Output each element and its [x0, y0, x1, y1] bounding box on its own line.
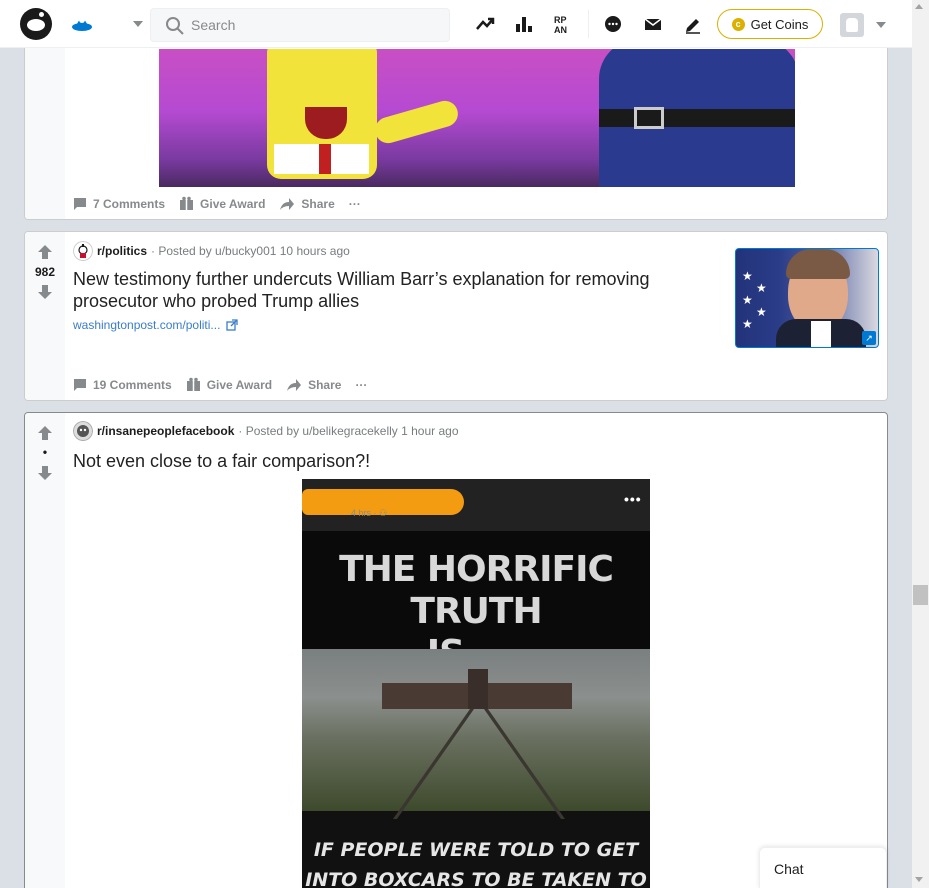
meme-photo-tower	[468, 669, 488, 709]
comments-label: 7 Comments	[93, 196, 166, 211]
post-title[interactable]: Not even close to a fair comparison?!	[73, 450, 370, 472]
vote-score: •	[42, 445, 48, 459]
more-options-icon: ···	[348, 196, 361, 211]
share-arrow-icon	[287, 378, 302, 391]
create-post-icon[interactable]	[682, 13, 704, 35]
meme-caption-line2: INTO BOXCARS TO BE TAKEN TO	[305, 869, 647, 888]
flag-star-icon: ★	[756, 281, 767, 295]
flag-star-icon: ★	[742, 293, 753, 307]
post-title[interactable]: New testimony further undercuts William …	[73, 268, 703, 312]
gift-icon	[186, 377, 200, 391]
post-meta: r/insanepeoplefacebook · Posted by u/bel…	[73, 421, 459, 441]
downvote-arrow-icon[interactable]	[37, 465, 53, 481]
spongebob-tie	[319, 144, 331, 174]
post-image[interactable]	[159, 49, 795, 187]
meme-headline-line1: THE HORRIFIC TRUTH	[339, 549, 614, 632]
home-feed-icon[interactable]	[70, 12, 94, 36]
user-menu-chevron-icon[interactable]	[876, 22, 886, 28]
top-header: RP AN c Get Coins	[0, 0, 912, 48]
upvote-arrow-icon[interactable]	[37, 425, 53, 441]
rpan-icon[interactable]: RP AN	[553, 13, 575, 35]
subreddit-icon[interactable]	[73, 421, 93, 441]
flag-star-icon: ★	[756, 305, 767, 319]
get-coins-label: Get Coins	[750, 16, 809, 32]
comment-icon	[74, 378, 86, 391]
post-meta: r/politics · Posted by u/bucky001 10 hou…	[73, 241, 350, 261]
scrollbar-thumb[interactable]	[913, 585, 928, 605]
share-arrow-icon	[280, 197, 295, 210]
post-image[interactable]: 4 hrs · ⚇ ••• THE HORRIFIC TRUTH IS. . .…	[302, 479, 650, 888]
post-card[interactable]: 982 r/politics · Posted by u/bucky001 10…	[24, 231, 888, 401]
post-card[interactable]: • r/insanepeoplefacebook · Posted by u/b…	[24, 412, 888, 888]
chat-icon[interactable]	[602, 13, 624, 35]
thumbnail-shirt	[811, 321, 831, 347]
header-divider	[588, 10, 589, 38]
user-avatar[interactable]	[840, 13, 864, 37]
external-link-text[interactable]: washingtonpost.com/politi...	[73, 318, 220, 332]
vote-score: 982	[34, 265, 56, 279]
meme-caption-line1: IF PEOPLE WERE TOLD TO GET	[313, 839, 639, 861]
scroll-up-arrow-icon[interactable]	[915, 4, 923, 9]
downvote-arrow-icon[interactable]	[37, 284, 53, 300]
give-award-label: Give Award	[200, 196, 266, 211]
posted-by-text[interactable]: · Posted by u/bucky001 10 hours ago	[151, 244, 350, 258]
mail-icon[interactable]	[642, 13, 664, 35]
more-options-button[interactable]: ···	[349, 197, 361, 211]
chat-label: Chat	[774, 861, 804, 877]
get-coins-button[interactable]: c Get Coins	[717, 9, 823, 39]
search-input[interactable]	[191, 15, 431, 35]
comments-button[interactable]: 7 Comments	[73, 197, 165, 211]
meme-timestamp: 4 hrs · ⚇	[351, 508, 388, 518]
share-button[interactable]: Share	[279, 196, 335, 211]
subreddit-link[interactable]: r/politics	[97, 244, 147, 258]
share-label: Share	[308, 377, 342, 392]
more-options-icon: ···	[355, 377, 368, 392]
leaderboard-icon[interactable]	[513, 13, 535, 35]
external-link[interactable]: washingtonpost.com/politi...	[73, 318, 239, 332]
page-scrollbar[interactable]	[912, 0, 929, 888]
subreddit-link[interactable]: r/insanepeoplefacebook	[97, 424, 234, 438]
gift-icon	[180, 196, 194, 210]
thumbnail-hair	[786, 249, 850, 279]
search-box[interactable]	[150, 8, 450, 42]
give-award-label: Give Award	[206, 377, 273, 392]
external-link-icon	[226, 319, 239, 331]
post-actions: 19 Comments Give Award Share ···	[73, 377, 381, 392]
meme-caption: IF PEOPLE WERE TOLD TO GET INTO BOXCARS …	[302, 835, 650, 888]
feed-dropdown-chevron-icon[interactable]	[133, 21, 143, 27]
scroll-down-arrow-icon[interactable]	[915, 877, 923, 882]
meme-more-icon: •••	[624, 491, 642, 507]
comments-label: 19 Comments	[93, 377, 172, 392]
patrick-belt	[599, 109, 795, 127]
more-options-button[interactable]: ···	[355, 378, 367, 392]
post-thumbnail[interactable]: ★ ★ ★ ★ ★ ↗	[735, 248, 879, 348]
flag-star-icon: ★	[742, 269, 753, 283]
reddit-logo-icon[interactable]	[20, 8, 52, 40]
svg-text:RP: RP	[554, 15, 567, 25]
svg-text:AN: AN	[554, 25, 567, 35]
give-award-button[interactable]: Give Award	[186, 377, 272, 392]
external-link-icon: ↗	[862, 331, 876, 345]
post-actions: 7 Comments Give Award Share ···	[73, 196, 375, 211]
chat-button[interactable]: Chat	[759, 847, 887, 888]
posted-by-text[interactable]: · Posted by u/belikegracekelly 1 hour ag…	[238, 424, 458, 438]
vote-column	[25, 413, 65, 888]
comment-icon	[74, 197, 86, 210]
upvote-arrow-icon[interactable]	[37, 244, 53, 260]
patrick-buckle	[634, 107, 664, 129]
trending-icon[interactable]	[474, 13, 496, 35]
give-award-button[interactable]: Give Award	[179, 196, 265, 211]
subreddit-icon[interactable]	[73, 241, 93, 261]
share-label: Share	[301, 196, 335, 211]
spongebob-hand	[372, 97, 461, 147]
flag-star-icon: ★	[742, 317, 753, 331]
coin-icon: c	[731, 17, 745, 31]
search-icon	[166, 17, 184, 35]
share-button[interactable]: Share	[286, 378, 341, 392]
comments-button[interactable]: 19 Comments	[73, 378, 172, 392]
